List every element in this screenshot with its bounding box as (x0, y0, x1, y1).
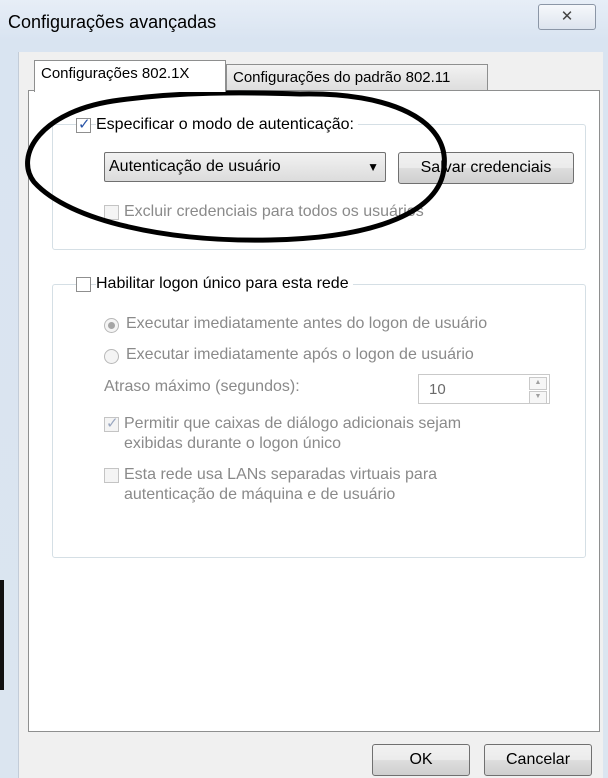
run-before-logon-radio[interactable] (104, 318, 119, 333)
enable-sso-checkbox[interactable] (76, 277, 91, 292)
max-delay-label: Atraso máximo (segundos): (104, 378, 300, 395)
enable-sso-label: Habilitar logon único para esta rede (96, 275, 353, 293)
allow-dialogs-checkbox[interactable] (104, 414, 119, 432)
auth-mode-dropdown[interactable]: Autenticação de usuário ▼ (104, 152, 386, 182)
ok-label: OK (409, 751, 433, 768)
run-before-logon-label: Executar imediatamente antes do logon de… (126, 315, 488, 332)
specify-auth-mode-label: Especificar o modo de autenticação: (96, 116, 358, 134)
ok-button[interactable]: OK (372, 744, 470, 776)
delete-credentials-label: Excluir credenciais para todos os usuári… (124, 203, 424, 220)
delete-credentials-checkbox[interactable] (104, 205, 119, 220)
spinner-arrows[interactable]: ▲ ▼ (529, 377, 547, 404)
save-credentials-button[interactable]: Salvar credenciais (398, 152, 574, 184)
allow-dialogs-line2: exibidas durante o logon único (124, 435, 342, 452)
max-delay-value: 10 (429, 381, 446, 398)
vlan-label: Esta rede usa LANs separadas virtuais pa… (124, 465, 437, 505)
tab-8021x-settings[interactable]: Configurações 802.1X (34, 60, 226, 92)
run-after-logon-label: Executar imediatamente após o logon de u… (126, 346, 474, 363)
vlan-checkbox[interactable] (104, 468, 119, 483)
auth-group-box (52, 124, 586, 250)
allow-dialogs-line1: Permitir que caixas de diálogo adicionai… (124, 415, 462, 432)
close-icon: ✕ (560, 8, 574, 25)
tab-label: Configurações do padrão 802.11 (233, 69, 451, 86)
cancel-label: Cancelar (505, 751, 571, 768)
close-button[interactable]: ✕ (538, 4, 596, 30)
tab-80211-settings[interactable]: Configurações do padrão 802.11 (226, 64, 488, 92)
vlan-line1: Esta rede usa LANs separadas virtuais pa… (124, 466, 438, 483)
save-credentials-label: Salvar credenciais (420, 159, 552, 176)
cancel-button[interactable]: Cancelar (484, 744, 592, 776)
run-after-logon-radio[interactable] (104, 349, 119, 364)
spin-down-icon[interactable]: ▼ (529, 391, 547, 404)
vlan-line2: autenticação de máquina e de usuário (124, 486, 396, 503)
window-title: Configurações avançadas (8, 12, 217, 32)
chevron-down-icon: ▼ (367, 160, 379, 174)
max-delay-spinner[interactable]: 10 ▲ ▼ (418, 374, 550, 404)
background-window-edge (0, 580, 4, 690)
spin-up-icon[interactable]: ▲ (529, 377, 547, 390)
auth-mode-selected: Autenticação de usuário (109, 158, 281, 175)
specify-auth-mode-checkbox[interactable] (76, 115, 91, 133)
tab-label: Configurações 802.1X (41, 65, 190, 82)
allow-dialogs-label: Permitir que caixas de diálogo adicionai… (124, 414, 461, 454)
